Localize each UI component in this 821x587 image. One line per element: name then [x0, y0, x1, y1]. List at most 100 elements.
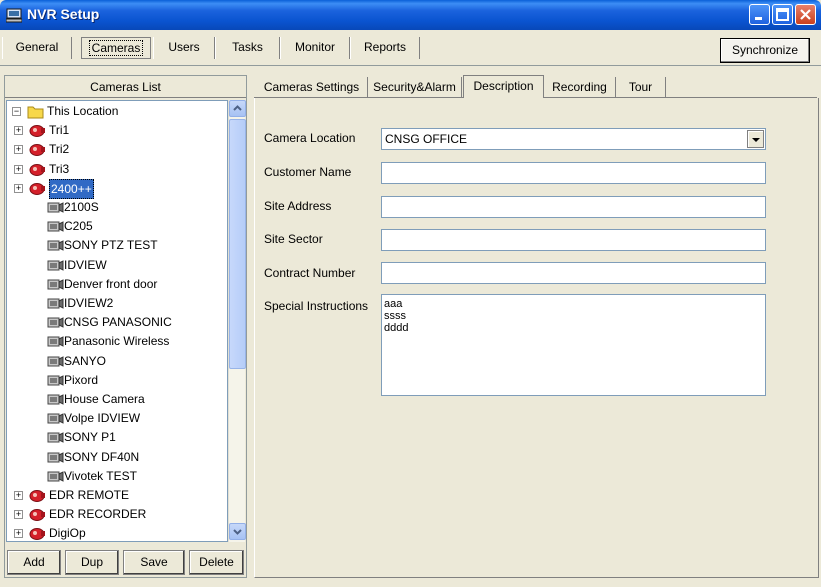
special-instructions-field[interactable]: aaa ssss dddd — [381, 294, 766, 396]
camera-group-icon — [29, 182, 45, 195]
tree-item[interactable]: + EDR RECORDER — [7, 505, 227, 523]
camera-location-label: Camera Location — [264, 131, 356, 145]
expand-icon[interactable]: + — [14, 126, 23, 136]
nvr-setup-window: NVR Setup General Cameras Users Tasks Mo… — [0, 0, 821, 587]
contract-number-field[interactable] — [381, 262, 766, 284]
tree-item[interactable]: − This Location — [7, 102, 227, 120]
description-pane: Camera Location CNSG OFFICE Customer Nam… — [254, 98, 819, 578]
tab-reports[interactable]: Reports — [350, 37, 420, 59]
tree-item[interactable]: House Camera — [7, 390, 227, 408]
tree-item-label: DigiOp — [49, 526, 86, 541]
camera-icon — [47, 470, 64, 482]
close-icon — [800, 9, 811, 20]
tab-security-alarm[interactable]: Security&Alarm — [368, 77, 462, 97]
camera-tree[interactable]: − This Location + Tri1 + Tri2 + Tri3 +2400++ 2100… — [6, 100, 228, 542]
tree-item-label: CNSG PANASONIC — [64, 315, 172, 330]
tree-item[interactable]: + EDR REMOTE — [7, 486, 227, 504]
tree-item[interactable]: + Tri1 — [7, 121, 227, 139]
tree-scrollbar[interactable] — [228, 100, 246, 542]
tree-item[interactable]: SONY PTZ TEST — [7, 236, 227, 254]
collapse-icon[interactable]: − — [12, 107, 21, 116]
tree-item[interactable]: Vivotek TEST — [7, 467, 227, 485]
tree-item[interactable]: +2400++ — [7, 178, 227, 199]
maximize-icon — [776, 8, 789, 21]
add-button[interactable]: Add — [7, 550, 61, 575]
camera-icon — [47, 394, 64, 405]
tree-item[interactable]: Volpe IDVIEW — [7, 409, 227, 427]
chevron-down-icon[interactable] — [747, 130, 764, 148]
camera-icon — [47, 451, 64, 463]
customer-name-field[interactable] — [381, 162, 766, 184]
close-button[interactable] — [795, 4, 816, 25]
camera-group-icon — [29, 528, 45, 541]
tree-item[interactable]: + Tri3 — [7, 160, 227, 178]
tree-item-label: C205 — [64, 219, 93, 234]
cameras-list-panel: Cameras List − This Location + Tri1 + Tri2 + Tr… — [4, 75, 247, 578]
tree-item-label: SONY PTZ TEST — [64, 238, 158, 253]
tab-tour[interactable]: Tour — [616, 77, 666, 97]
scroll-up-button[interactable] — [229, 100, 246, 117]
synchronize-button[interactable]: Synchronize — [720, 38, 810, 63]
expand-icon[interactable]: + — [14, 164, 23, 174]
title-bar[interactable]: NVR Setup — [0, 0, 821, 30]
tab-description[interactable]: Description — [463, 75, 544, 98]
tree-item[interactable]: Panasonic Wireless — [7, 332, 227, 350]
tree-item[interactable]: IDVIEW — [7, 256, 227, 274]
tree-item-label: Tri1 — [49, 123, 70, 138]
tree-item-label: SONY P1 — [64, 430, 116, 445]
tree-item-label: Vivotek TEST — [64, 468, 137, 483]
camera-icon — [47, 355, 64, 367]
tree-item[interactable]: SONY P1 — [7, 428, 227, 446]
contract-number-label: Contract Number — [264, 266, 356, 280]
tree-item[interactable]: CNSG PANASONIC — [7, 313, 227, 331]
dup-button[interactable]: Dup — [65, 550, 119, 575]
tree-item-label: IDVIEW2 — [64, 296, 114, 310]
tab-tasks[interactable]: Tasks — [215, 37, 280, 59]
tree-item-label: Tri3 — [49, 161, 70, 176]
tree-item-label: Panasonic Wireless — [64, 334, 170, 349]
site-address-label: Site Address — [264, 199, 332, 213]
camera-icon — [47, 317, 64, 328]
tree-item[interactable]: 2100S — [7, 198, 227, 216]
tree-item[interactable]: SONY DF40N — [7, 448, 227, 466]
tree-item[interactable]: C205 — [7, 217, 227, 235]
site-address-field[interactable] — [381, 196, 766, 218]
camera-icon — [47, 336, 64, 348]
expand-icon[interactable]: + — [14, 510, 23, 520]
tab-users[interactable]: Users — [153, 37, 215, 59]
camera-icon — [47, 374, 64, 386]
tab-label: Users — [168, 40, 200, 54]
tab-recording[interactable]: Recording — [544, 77, 616, 97]
camera-sub-tab-bar: Cameras Settings Security&Alarm Descript… — [254, 75, 817, 98]
tab-cameras[interactable]: Cameras — [81, 37, 151, 59]
expand-icon[interactable]: + — [14, 529, 23, 539]
expand-icon[interactable]: + — [14, 183, 23, 193]
camera-group-icon — [29, 125, 45, 138]
special-instructions-label: Special Instructions — [264, 299, 369, 313]
expand-icon[interactable]: + — [14, 491, 23, 500]
list-action-buttons: Add Dup Save Delete — [5, 546, 246, 577]
camera-icon — [47, 278, 64, 290]
expand-icon[interactable]: + — [14, 145, 23, 155]
camera-location-select[interactable]: CNSG OFFICE — [381, 128, 766, 150]
window-title: NVR Setup — [27, 6, 100, 22]
tree-item-label: House Camera — [64, 392, 145, 406]
scroll-thumb[interactable] — [229, 119, 246, 369]
tab-cameras-settings[interactable]: Cameras Settings — [256, 77, 368, 97]
tree-item[interactable]: + DigiOp — [7, 524, 227, 541]
camera-icon — [47, 221, 64, 232]
save-button[interactable]: Save — [123, 550, 185, 575]
scroll-down-button[interactable] — [229, 523, 246, 540]
tree-item[interactable]: + Tri2 — [7, 140, 227, 158]
tree-item-label: SANYO — [64, 353, 107, 368]
tab-monitor[interactable]: Monitor — [280, 37, 350, 59]
tree-item[interactable]: SANYO — [7, 352, 227, 370]
maximize-button[interactable] — [772, 4, 793, 25]
tree-item[interactable]: Denver front door — [7, 275, 227, 293]
tree-item[interactable]: Pixord — [7, 371, 227, 389]
tab-general[interactable]: General — [2, 37, 72, 59]
minimize-button[interactable] — [749, 4, 770, 25]
site-sector-field[interactable] — [381, 229, 766, 251]
delete-button[interactable]: Delete — [189, 550, 244, 575]
tree-item[interactable]: IDVIEW2 — [7, 294, 227, 312]
